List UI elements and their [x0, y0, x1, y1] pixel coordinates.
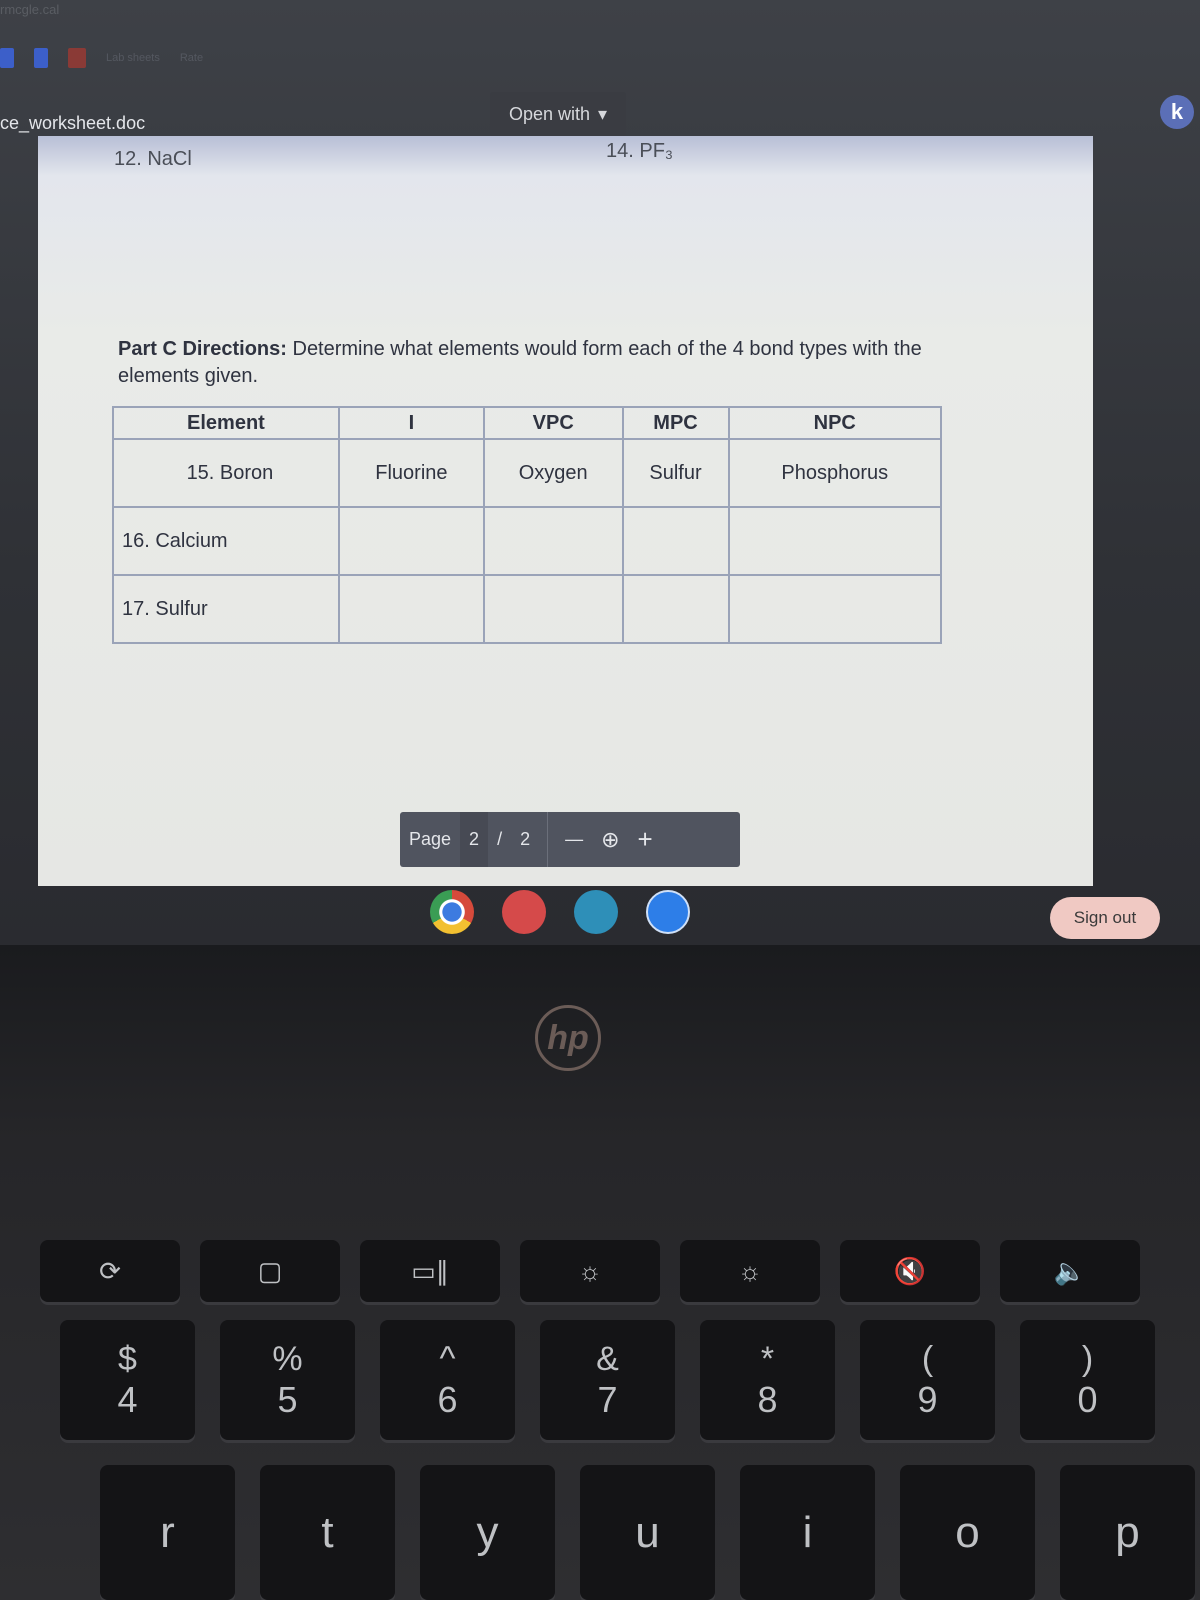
number-key[interactable]: & 7 [540, 1320, 675, 1440]
question-14: 14. PF₃ [606, 140, 674, 162]
table-cell [621, 574, 730, 644]
number-key[interactable]: (9 [860, 1320, 995, 1440]
table-cell: 17. Sulfur [112, 574, 340, 644]
number-key[interactable]: * 8 [700, 1320, 835, 1440]
directions-label: Part C Directions: [118, 338, 287, 360]
letter-key[interactable]: p [1060, 1465, 1195, 1600]
page-toolbar: Page 2 / 2 — ⊕ + [400, 812, 740, 867]
table-cell [482, 506, 624, 576]
function-key[interactable]: 🔈 [1000, 1240, 1140, 1302]
header-cell: NPC [727, 406, 942, 440]
table-cell: Fluorine [337, 438, 485, 508]
keyboard: hp ⟳ ▢ ▭∥ ☼ ☼ 🔇 🔈 $4% 5 ^ 6 & 7 * 8(9) 0 r t y u i o p [0, 945, 1200, 1600]
key-label: 9 [917, 1378, 938, 1420]
divider [547, 812, 549, 867]
letter-key[interactable]: i [740, 1465, 875, 1600]
shelf [430, 890, 690, 934]
header-cell: Element [112, 406, 340, 440]
file-name: ce_worksheet.doc [0, 113, 146, 133]
classroom-icon[interactable] [574, 890, 618, 934]
document-page: 12. NaCl 14. PF₃ Part C Directions: Dete… [38, 136, 1093, 886]
letter-key[interactable]: o [900, 1465, 1035, 1600]
key-shift-label: ) [1081, 1339, 1094, 1378]
docs-icon[interactable] [34, 48, 48, 68]
function-key[interactable]: ☼ [520, 1240, 660, 1302]
paint-icon[interactable] [502, 890, 546, 934]
url-text: rmcgle.cal [0, 2, 60, 17]
number-key[interactable]: % 5 [220, 1320, 355, 1440]
docs-icon[interactable] [0, 48, 14, 68]
key-label: 7 [597, 1378, 618, 1420]
table-cell [727, 574, 942, 644]
key-label: 4 [117, 1378, 138, 1420]
number-key[interactable]: ^ 6 [380, 1320, 515, 1440]
caret-down-icon: ▾ [598, 103, 608, 124]
page-sep: / [497, 829, 503, 849]
bookmark-bar: Lab sheets Rate [0, 48, 203, 68]
sign-out-button[interactable]: Sign out [1050, 897, 1160, 939]
key-label: 8 [757, 1378, 778, 1420]
function-key[interactable]: ⟳ [40, 1240, 180, 1302]
table-cell [337, 506, 485, 576]
screen: rmcgle.cal Lab sheets Rate ce_worksheet.… [0, 0, 1200, 945]
open-with-button[interactable]: Open with ▾ [490, 92, 626, 136]
zoom-in-button[interactable]: + [629, 824, 662, 855]
account-badge[interactable]: k [1160, 95, 1194, 129]
chrome-icon[interactable] [430, 890, 474, 934]
key-label: 0 [1077, 1378, 1098, 1420]
function-key[interactable]: ☼ [680, 1240, 820, 1302]
header-cell: I [337, 406, 485, 440]
function-key[interactable]: 🔇 [840, 1240, 980, 1302]
table-cell [621, 506, 730, 576]
key-label: 6 [437, 1378, 458, 1420]
key-shift-label: ^ [439, 1339, 456, 1378]
table-cell: 16. Calcium [112, 506, 340, 576]
page-total: 2 [520, 829, 531, 849]
letter-key[interactable]: r [100, 1465, 235, 1600]
table-header-row: Element I VPC MPC NPC [112, 406, 942, 440]
table-cell [482, 574, 624, 644]
page-current-input[interactable]: 2 [460, 812, 489, 867]
function-key[interactable]: ▢ [200, 1240, 340, 1302]
zoom-out-button[interactable]: — [556, 829, 592, 850]
table-row: 16. Calcium [112, 506, 942, 576]
header-cell: VPC [482, 406, 624, 440]
key-shift-label: * [760, 1339, 775, 1378]
letter-key[interactable]: t [260, 1465, 395, 1600]
key-shift-label: & [596, 1339, 619, 1378]
key-shift-label: $ [118, 1339, 137, 1378]
table-cell [727, 506, 942, 576]
number-key[interactable]: ) 0 [1020, 1320, 1155, 1440]
key-shift-label: % [272, 1339, 303, 1378]
table-cell: Oxygen [482, 438, 624, 508]
bookmark-label[interactable]: Rate [180, 52, 203, 64]
hp-logo: hp [535, 1005, 601, 1071]
key-label: 5 [277, 1378, 298, 1420]
key-shift-label: ( [921, 1339, 934, 1378]
table-cell: 15. Boron [112, 438, 340, 508]
question-12: 12. NaCl [114, 148, 192, 170]
directions: Part C Directions: Determine what elemen… [118, 336, 938, 390]
open-with-label: Open with [508, 103, 590, 124]
number-key[interactable]: $4 [60, 1320, 195, 1440]
slides-icon[interactable] [68, 48, 86, 68]
letter-key[interactable]: y [420, 1465, 555, 1600]
zoom-icon[interactable]: ⊕ [592, 827, 628, 853]
function-key[interactable]: ▭∥ [360, 1240, 500, 1302]
letter-key[interactable]: u [580, 1465, 715, 1600]
table-row: 15. Boron Fluorine Oxygen Sulfur Phospho… [112, 438, 942, 508]
header-cell: MPC [621, 406, 730, 440]
page-label: Page [409, 829, 452, 849]
zoom-app-icon[interactable] [646, 890, 690, 934]
table-row: 17. Sulfur [112, 574, 942, 644]
table-cell: Phosphorus [727, 438, 942, 508]
bond-table: Element I VPC MPC NPC 15. Boron Fluorine… [112, 406, 942, 644]
bookmark-label[interactable]: Lab sheets [106, 52, 160, 64]
table-cell: Sulfur [621, 438, 730, 508]
table-cell [337, 574, 485, 644]
